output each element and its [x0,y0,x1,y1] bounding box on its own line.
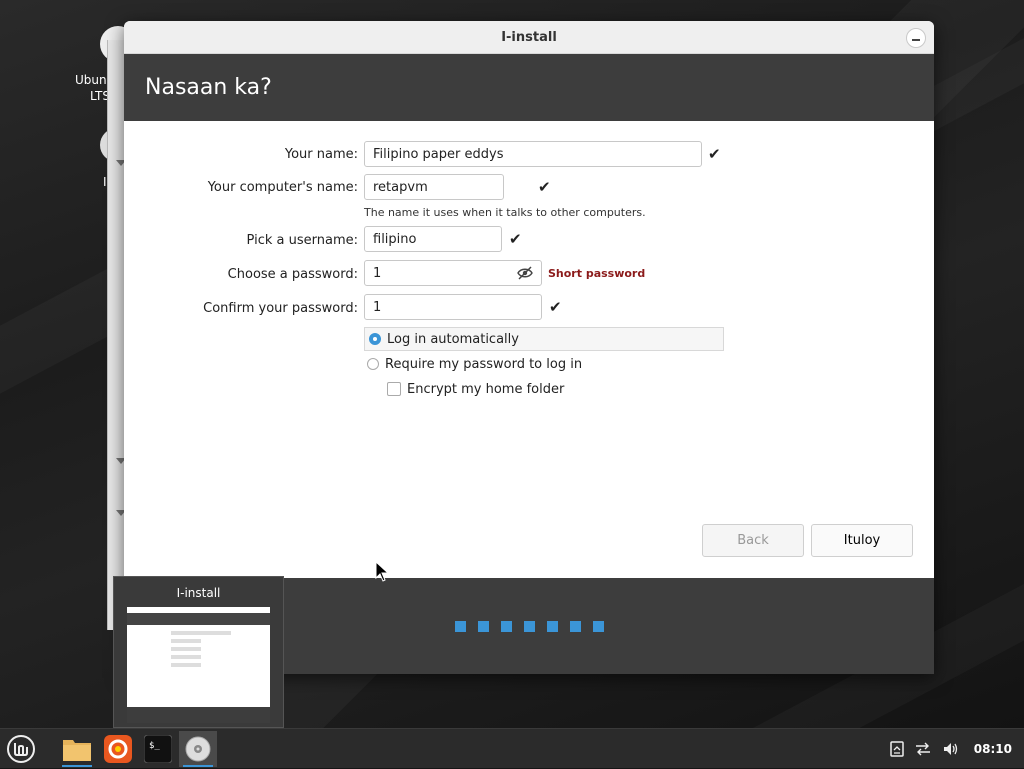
progress-step [455,621,466,632]
window-preview[interactable]: I-install [113,576,284,728]
taskbar-installer[interactable] [179,731,217,767]
computer-name-value: retapvm [373,179,428,195]
preview-line [171,663,201,667]
progress-indicator [455,621,604,632]
volume-icon[interactable] [942,741,960,757]
computer-name-label: Your computer's name: [207,180,358,195]
computer-name-hint: The name it uses when it talks to other … [364,206,646,219]
preview-line [171,655,201,659]
encrypt-home-label: Encrypt my home folder [407,381,565,397]
password-field[interactable]: 1 [364,260,542,286]
menu-button[interactable] [2,731,40,767]
mint-logo-icon [7,735,35,763]
login-password-label: Require my password to log in [385,356,583,372]
preview-line [171,647,201,651]
username-value: filipino [373,231,417,247]
radio-selected-icon [369,333,381,345]
preview-footer [127,707,270,723]
taskbar-firefox[interactable] [99,731,137,767]
network-icon[interactable] [914,741,932,757]
progress-step [570,621,581,632]
checkbox-icon [387,382,401,396]
progress-step [478,621,489,632]
login-auto-option[interactable]: Log in automatically [364,327,724,351]
username-label: Pick a username: [246,233,358,248]
terminal-icon: $_ [144,735,172,763]
folder-icon [63,740,91,761]
progress-step [547,621,558,632]
name-field[interactable]: Filipino paper eddys [364,141,702,167]
taskbar: $_ 08:10 [0,728,1024,768]
eye-hidden-icon[interactable] [517,266,533,280]
check-icon: ✔ [538,178,551,196]
confirm-password-label: Confirm your password: [203,301,358,316]
active-indicator [183,765,213,767]
taskbar-terminal[interactable]: $_ [139,731,177,767]
radio-icon [367,358,379,370]
confirm-password-value: 1 [373,299,382,315]
system-tray: 08:10 [890,729,1024,769]
preview-header [127,613,270,625]
next-button[interactable]: Ituloy [811,524,913,557]
desktop-icon-2-label: I [103,175,107,189]
page-header: Nasaan ka? [124,54,934,121]
clock[interactable]: 08:10 [974,742,1012,756]
password-label: Choose a password: [227,267,358,282]
login-password-option[interactable]: Require my password to log in [367,353,582,375]
form-area: Your name: Filipino paper eddys ✔ Your c… [124,121,934,579]
desktop-icon-label: Ubun [75,73,107,87]
clipboard-icon[interactable] [890,741,904,757]
username-field[interactable]: filipino [364,226,502,252]
minimize-button[interactable] [906,28,926,48]
mouse-cursor-icon [375,561,390,582]
preview-title: I-install [176,586,221,600]
window-title: I-install [501,29,557,45]
encrypt-home-option[interactable]: Encrypt my home folder [387,378,564,400]
password-strength: Short password [548,267,646,280]
check-icon: ✔ [549,298,562,316]
progress-step [593,621,604,632]
svg-text:$_: $_ [149,741,160,751]
disc-icon [185,736,211,762]
preview-line [171,639,201,643]
name-label: Your name: [284,147,358,162]
password-value: 1 [373,265,382,281]
check-icon: ✔ [708,145,721,163]
active-indicator [62,765,92,767]
back-button[interactable]: Back [702,524,804,557]
login-auto-label: Log in automatically [387,331,519,347]
minimize-icon [912,39,920,41]
progress-step [501,621,512,632]
firefox-icon [104,735,132,763]
name-value: Filipino paper eddys [373,146,504,162]
confirm-password-field[interactable]: 1 [364,294,542,320]
check-icon: ✔ [509,230,522,248]
window-titlebar[interactable]: I-install [124,21,934,54]
taskbar-files[interactable] [58,731,96,767]
computer-name-field[interactable]: retapvm [364,174,504,200]
preview-line [171,631,231,635]
progress-step [524,621,535,632]
preview-thumbnail [127,607,270,723]
